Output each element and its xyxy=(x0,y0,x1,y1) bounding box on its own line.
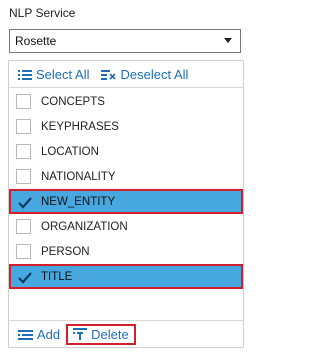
list-item-location[interactable]: LOCATION xyxy=(9,139,243,164)
entity-list-panel: Select All Deselect All CONCEPTS KEYPHRA… xyxy=(8,60,244,348)
list-toolbar: Select All Deselect All xyxy=(9,61,243,88)
list-item-label: TITLE xyxy=(41,270,73,283)
list-item-label: KEYPHRASES xyxy=(41,120,119,133)
list-item-keyphrases[interactable]: KEYPHRASES xyxy=(9,114,243,139)
list-item-label: CONCEPTS xyxy=(41,95,105,108)
select-all-button[interactable]: Select All xyxy=(18,67,89,82)
delete-button[interactable]: Delete xyxy=(66,323,136,345)
checkmark-icon xyxy=(18,272,32,284)
add-icon xyxy=(18,329,33,340)
list-item-person[interactable]: PERSON xyxy=(9,239,243,264)
delete-icon xyxy=(73,328,88,340)
checkbox[interactable] xyxy=(16,269,32,284)
nlp-service-value: Rosette xyxy=(15,34,57,48)
deselect-all-button[interactable]: Deselect All xyxy=(101,67,188,82)
checkbox[interactable] xyxy=(16,244,31,259)
deselect-all-label: Deselect All xyxy=(120,66,189,82)
list-footer: Add Delete xyxy=(9,320,243,347)
list-item-label: ORGANIZATION xyxy=(41,220,128,233)
delete-button-inner[interactable]: Delete xyxy=(73,327,129,342)
checkbox[interactable] xyxy=(16,144,31,159)
list-item-nationality[interactable]: NATIONALITY xyxy=(9,164,243,189)
nlp-service-label: NLP Service xyxy=(9,6,76,20)
checkbox[interactable] xyxy=(16,169,31,184)
checkbox[interactable] xyxy=(16,219,31,234)
select-all-label: Select All xyxy=(36,66,90,82)
add-label: Add xyxy=(37,326,61,342)
checkbox[interactable] xyxy=(16,94,31,109)
list-item-concepts[interactable]: CONCEPTS xyxy=(9,89,243,114)
list-item-label: NATIONALITY xyxy=(41,170,116,183)
add-button[interactable]: Add xyxy=(18,327,60,342)
checkmark-icon xyxy=(18,197,32,209)
chevron-down-icon[interactable] xyxy=(224,38,232,43)
delete-label: Delete xyxy=(91,326,129,342)
checkbox[interactable] xyxy=(16,194,32,209)
checkbox[interactable] xyxy=(16,119,31,134)
list-item-title[interactable]: TITLE xyxy=(9,264,243,289)
list-item-label: PERSON xyxy=(41,245,90,258)
list-item-new-entity[interactable]: NEW_ENTITY xyxy=(9,189,243,214)
list-item-organization[interactable]: ORGANIZATION xyxy=(9,214,243,239)
list-item-label: NEW_ENTITY xyxy=(41,195,116,208)
list-item-label: LOCATION xyxy=(41,145,99,158)
select-all-icon xyxy=(18,69,32,80)
entity-list: CONCEPTS KEYPHRASES LOCATION NATIONALITY… xyxy=(9,89,243,289)
nlp-service-dropdown[interactable]: Rosette xyxy=(9,29,241,53)
deselect-all-icon xyxy=(101,69,117,80)
